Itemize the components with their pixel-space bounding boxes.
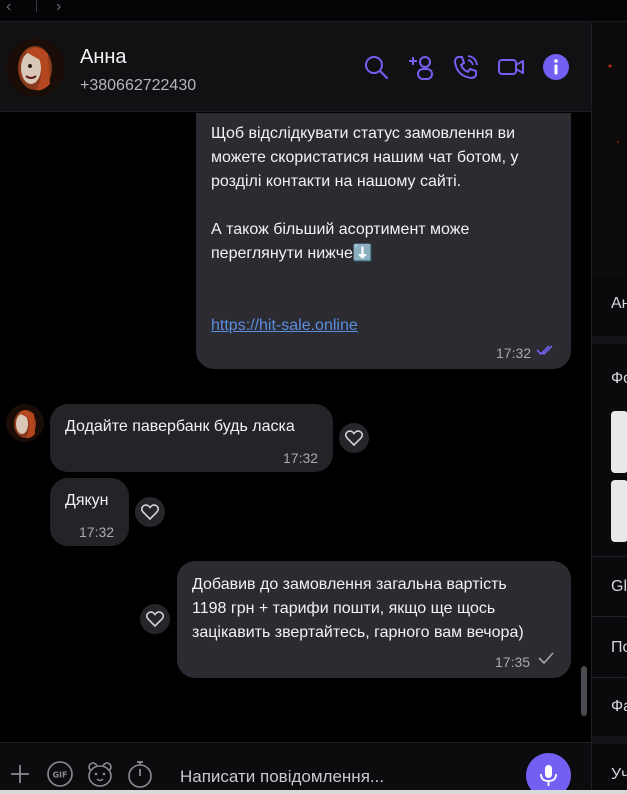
message-line: А також більший асортимент може xyxy=(211,221,470,238)
message-list[interactable]: Щоб відслідкувати статус замовлення ви м… xyxy=(0,113,591,721)
message-line: переглянути нижче⬇️ xyxy=(211,245,373,262)
divider xyxy=(592,556,627,557)
microphone-icon xyxy=(540,765,557,786)
add-participant-icon[interactable] xyxy=(406,52,436,82)
message-line: Додайте павербанк будь ласка xyxy=(65,418,295,435)
message-bubble-incoming[interactable]: Додайте павербанк будь ласка 17:32 xyxy=(50,404,333,472)
message-line: Добавив до замовлення загальна вартість xyxy=(192,576,507,593)
media-thumbnail[interactable] xyxy=(611,480,627,542)
sticker-icon[interactable] xyxy=(85,759,115,789)
message-line: розділі контакти на нашому сайті. xyxy=(211,173,462,190)
message-time: 17:35 xyxy=(495,654,531,670)
media-thumbnail[interactable] xyxy=(611,411,627,473)
chat-header: Анна +380662722430 xyxy=(0,22,591,112)
like-heart-icon[interactable] xyxy=(339,423,369,453)
delivered-check-icon xyxy=(538,652,554,665)
contact-name[interactable]: Анна xyxy=(80,46,127,69)
message-bubble-outgoing[interactable]: Добавив до замовлення загальна вартість … xyxy=(177,561,571,678)
window-bottom-edge xyxy=(0,790,627,794)
side-item[interactable]: Уч xyxy=(611,766,627,784)
plus-icon[interactable] xyxy=(5,759,35,789)
like-heart-icon[interactable] xyxy=(135,497,165,527)
back-arrow-icon[interactable]: ‹ xyxy=(6,0,11,15)
side-item[interactable]: Gl xyxy=(611,578,627,596)
chat-panel: Анна +380662722430 Щоб відслідкувати ста… xyxy=(0,22,591,794)
side-item[interactable]: Ан xyxy=(611,295,627,313)
message-line: Щоб відслідкувати статус замовлення ви xyxy=(211,125,516,142)
contact-phone: +380662722430 xyxy=(80,77,197,94)
search-icon[interactable] xyxy=(361,52,391,82)
message-list-scrollbar[interactable] xyxy=(581,666,587,716)
sender-avatar[interactable] xyxy=(6,404,44,442)
contact-info-panel: Ан Фо Gl По Фа Уч xyxy=(591,22,627,790)
divider xyxy=(592,336,627,344)
divider xyxy=(592,616,627,617)
message-line: Дякун xyxy=(65,492,109,509)
side-item[interactable]: Фо xyxy=(611,370,627,388)
divider xyxy=(592,677,627,678)
side-item[interactable]: Фа xyxy=(611,698,627,716)
gif-icon[interactable]: GIF xyxy=(45,759,75,789)
contact-avatar[interactable] xyxy=(6,38,65,97)
svg-text:GIF: GIF xyxy=(52,771,67,780)
contact-cover-image xyxy=(592,22,627,277)
message-time: 17:32 xyxy=(283,450,319,466)
message-input[interactable]: Написати повідомлення... xyxy=(180,767,384,787)
window-top-bar: ‹ › xyxy=(0,0,627,22)
message-composer: GIF Написати повідомлення... xyxy=(0,742,591,794)
call-icon[interactable] xyxy=(451,52,481,82)
message-time: 17:32 xyxy=(79,524,115,540)
side-item[interactable]: По xyxy=(611,639,627,657)
message-line: можете скористатися нашим чат ботом, у xyxy=(211,149,519,166)
like-heart-icon[interactable] xyxy=(140,604,170,634)
forward-arrow-icon[interactable]: › xyxy=(56,0,61,15)
message-bubble-incoming[interactable]: Дякун 17:32 xyxy=(50,478,129,546)
message-line xyxy=(211,194,519,218)
timer-icon[interactable] xyxy=(125,759,155,789)
read-double-check-icon xyxy=(536,345,553,356)
message-line: зацікавить звертайтесь, гарного вам вечо… xyxy=(192,624,524,641)
message-bubble-outgoing[interactable]: Щоб відслідкувати статус замовлення ви м… xyxy=(196,113,571,369)
message-line: 1198 грн + тарифи пошти, якщо ще щось xyxy=(192,600,496,617)
toolbar-divider xyxy=(36,0,37,12)
message-link[interactable]: https://hit-sale.online xyxy=(211,317,358,334)
video-call-icon[interactable] xyxy=(496,52,526,82)
message-time: 17:32 xyxy=(496,345,532,361)
info-icon[interactable] xyxy=(541,52,571,82)
divider xyxy=(592,736,627,744)
microphone-button[interactable] xyxy=(526,753,571,794)
